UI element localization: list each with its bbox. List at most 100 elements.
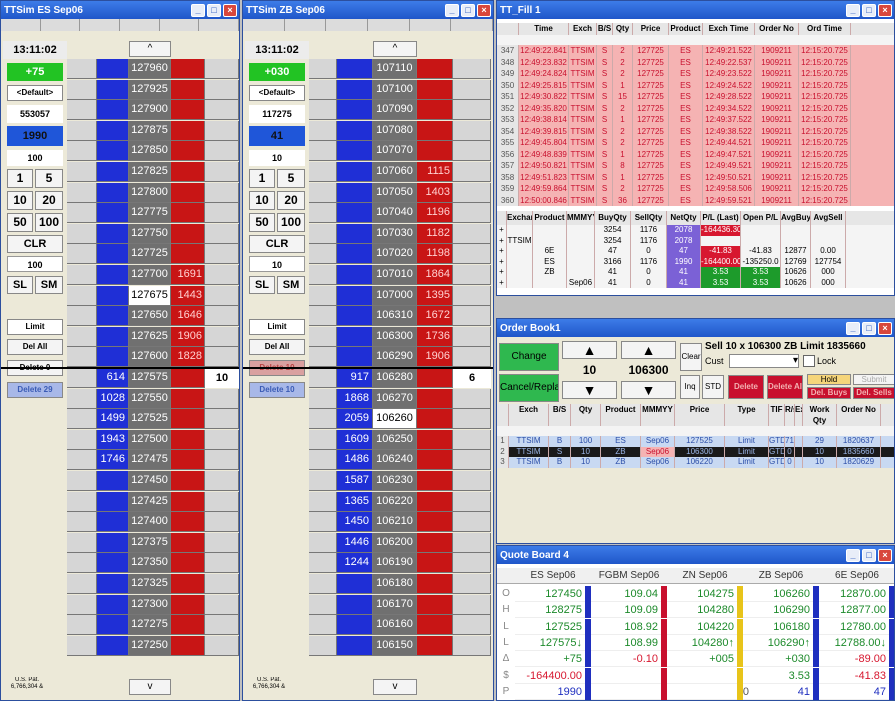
price-cell[interactable]: 127450 <box>129 471 171 491</box>
ask-qty-cell[interactable] <box>171 368 205 388</box>
price-cell[interactable]: 107030 <box>373 223 417 244</box>
column-header[interactable]: Price <box>675 404 725 426</box>
bid-qty-cell[interactable]: 1365 <box>337 491 373 512</box>
my-bid-cell[interactable] <box>309 409 337 430</box>
bid-qty-cell[interactable] <box>97 285 129 306</box>
qty-button[interactable]: 100 <box>277 213 305 232</box>
ask-qty-cell[interactable] <box>417 532 453 553</box>
quote-cell[interactable]: 12780.00 <box>819 619 889 635</box>
fill-row[interactable]: 359 12:49:59.864 TTSIM S 2 127725 ES 12:49:58.5… <box>497 183 894 195</box>
ask-qty-cell[interactable] <box>417 368 453 388</box>
fill-row[interactable]: 360 12:50:00.846 TTSIM S 36 127725 ES 12:49:59.… <box>497 194 894 206</box>
ask-qty-cell[interactable] <box>417 615 453 636</box>
bid-qty-cell[interactable] <box>97 553 129 574</box>
ask-qty-cell[interactable] <box>171 388 205 409</box>
column-header[interactable]: Product <box>669 23 703 35</box>
price-cell[interactable]: 127775 <box>129 203 171 224</box>
my-bid-cell[interactable] <box>67 553 97 574</box>
cust-dropdown[interactable]: ▾ <box>729 354 799 368</box>
ask-qty-cell[interactable] <box>171 244 205 265</box>
column-header[interactable]: ES Sep06 <box>515 568 591 583</box>
my-ask-cell[interactable] <box>205 553 239 574</box>
my-bid-cell[interactable] <box>67 368 97 388</box>
ask-qty-cell[interactable] <box>171 162 205 182</box>
column-header[interactable]: TIF <box>769 404 785 426</box>
column-header[interactable]: Ex <box>795 404 803 426</box>
bid-qty-cell[interactable] <box>97 594 129 615</box>
order-type-dropdown[interactable]: Limit <box>249 319 305 335</box>
my-bid-cell[interactable] <box>67 265 97 285</box>
ask-qty-cell[interactable]: 1395 <box>417 285 453 306</box>
price-cell[interactable]: 107080 <box>373 120 417 141</box>
quote-cell[interactable]: 106180 <box>743 619 813 635</box>
quote-cell[interactable]: +030 <box>743 651 813 668</box>
my-bid-cell[interactable] <box>67 450 97 471</box>
fill-row[interactable]: 352 12:49:35.820 TTSIM S 2 127725 ES 12:49:34.5… <box>497 102 894 114</box>
my-bid-cell[interactable] <box>309 120 337 141</box>
fill-row[interactable]: 349 12:49:24.824 TTSIM S 2 127725 ES 12:49:23.5… <box>497 68 894 80</box>
expand-toggle[interactable]: + <box>497 225 507 236</box>
account-dropdown[interactable]: <Default> <box>7 85 63 101</box>
ask-qty-cell[interactable] <box>417 429 453 450</box>
my-ask-cell[interactable] <box>205 615 239 636</box>
my-ask-cell[interactable] <box>205 100 239 121</box>
my-bid-cell[interactable] <box>309 553 337 574</box>
my-bid-cell[interactable] <box>67 59 97 79</box>
quote-cell[interactable] <box>667 668 737 684</box>
close-icon[interactable]: × <box>878 548 892 562</box>
column-header[interactable]: Open P/L <box>741 211 781 225</box>
qty-button[interactable]: 50 <box>7 213 33 232</box>
price-cell[interactable]: 106300 <box>373 326 417 347</box>
ask-qty-cell[interactable] <box>417 512 453 533</box>
ask-qty-cell[interactable]: 1443 <box>171 285 205 306</box>
bid-qty-cell[interactable] <box>97 615 129 636</box>
close-icon[interactable]: × <box>223 3 237 17</box>
bid-qty-cell[interactable] <box>337 223 373 244</box>
quote-cell[interactable]: 127525 <box>515 619 585 635</box>
my-ask-cell[interactable] <box>205 512 239 533</box>
price-cell[interactable]: 107090 <box>373 100 417 121</box>
ask-qty-cell[interactable]: 1906 <box>171 326 205 347</box>
qty-down-arrow-icon[interactable]: ▼ <box>562 381 617 399</box>
my-ask-cell[interactable] <box>453 285 491 306</box>
my-ask-cell[interactable] <box>453 409 491 430</box>
price-cell[interactable]: 127550 <box>129 388 171 409</box>
ask-qty-cell[interactable]: 1403 <box>417 182 453 203</box>
bid-qty-cell[interactable] <box>97 79 129 100</box>
ask-qty-cell[interactable] <box>417 450 453 471</box>
ask-qty-cell[interactable] <box>171 141 205 162</box>
ask-qty-cell[interactable] <box>417 553 453 574</box>
bid-qty-cell[interactable]: 1609 <box>337 429 373 450</box>
column-header[interactable]: 6E Sep06 <box>819 568 894 583</box>
my-bid-cell[interactable] <box>67 306 97 327</box>
ask-qty-cell[interactable]: 1864 <box>417 265 453 285</box>
my-bid-cell[interactable] <box>67 615 97 636</box>
column-header[interactable]: R/st/e <box>785 404 795 426</box>
price-cell[interactable]: 107010 <box>373 265 417 285</box>
delete-button[interactable]: Delete <box>728 375 764 399</box>
price-cell[interactable]: 107000 <box>373 285 417 306</box>
quote-cell[interactable]: 106290↑ <box>743 635 813 651</box>
my-bid-cell[interactable] <box>309 223 337 244</box>
my-bid-cell[interactable] <box>309 574 337 594</box>
my-bid-cell[interactable] <box>309 141 337 162</box>
title-bar[interactable]: TT_Fill 1 _ □ × <box>497 1 894 19</box>
column-header[interactable]: Product <box>601 404 641 426</box>
price-cell[interactable]: 127700 <box>129 265 171 285</box>
bid-qty-cell[interactable] <box>97 182 129 203</box>
bid-qty-cell[interactable] <box>337 635 373 656</box>
std-button[interactable]: STD <box>702 375 724 399</box>
minimize-icon[interactable]: _ <box>846 548 860 562</box>
bid-qty-cell[interactable]: 1486 <box>337 450 373 471</box>
restore-icon[interactable]: □ <box>207 3 221 17</box>
quote-cell[interactable]: 104220 <box>667 619 737 635</box>
price-cell[interactable]: 107020 <box>373 244 417 265</box>
price-cell[interactable]: 107110 <box>373 59 417 79</box>
column-header[interactable]: Ord Time <box>799 23 851 35</box>
column-header[interactable]: Exch Time <box>703 23 755 35</box>
price-cell[interactable]: 106200 <box>373 532 417 553</box>
my-ask-cell[interactable] <box>205 285 239 306</box>
my-bid-cell[interactable] <box>67 182 97 203</box>
ask-qty-cell[interactable] <box>171 223 205 244</box>
ask-qty-cell[interactable] <box>417 409 453 430</box>
